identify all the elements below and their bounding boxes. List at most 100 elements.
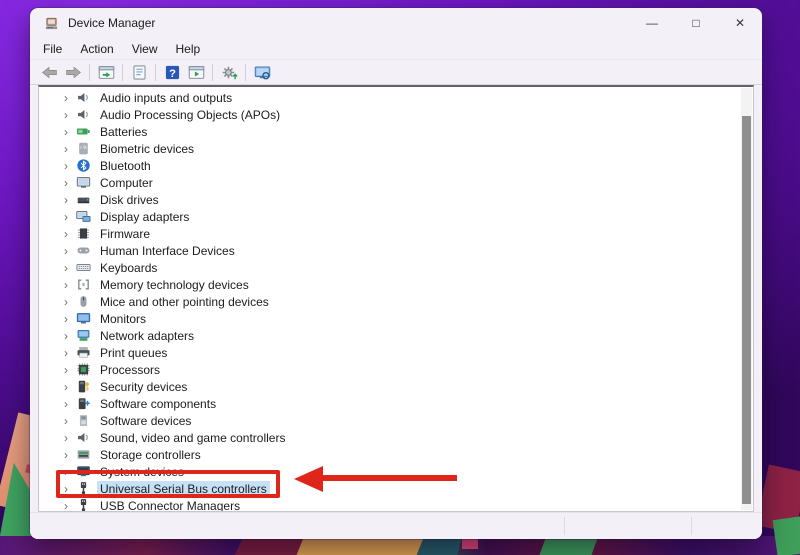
chevron-right-icon[interactable]: › xyxy=(59,210,73,224)
tree-item-audio-inputs-and-outputs[interactable]: › Audio inputs and outputs xyxy=(39,89,753,106)
tree-item-sound-video-and-game-controllers[interactable]: › Sound, video and game controllers xyxy=(39,429,753,446)
tree-item-label: Human Interface Devices xyxy=(97,243,238,259)
tree-item-label: Audio inputs and outputs xyxy=(97,90,235,106)
action-pane-icon xyxy=(188,64,205,81)
properties-button[interactable] xyxy=(127,62,151,83)
chevron-right-icon[interactable]: › xyxy=(59,278,73,292)
menu-help[interactable]: Help xyxy=(167,40,210,58)
chevron-right-icon[interactable]: › xyxy=(59,159,73,173)
speaker-icon xyxy=(76,90,91,105)
tree-item-label: USB Connector Managers xyxy=(97,498,243,512)
toolbar: ? xyxy=(30,61,762,85)
tree-item-network-adapters[interactable]: ›Network adapters xyxy=(39,327,753,344)
tree-item-mice-and-other-pointing-devices[interactable]: ›Mice and other pointing devices xyxy=(39,293,753,310)
tree-item-label: Security devices xyxy=(97,379,190,395)
device-monitor-icon xyxy=(254,64,271,81)
tree-item-biometric-devices[interactable]: › Biometric devices xyxy=(39,140,753,157)
wallpaper-shape xyxy=(773,516,800,555)
menu-action[interactable]: Action xyxy=(71,40,122,58)
chevron-right-icon[interactable]: › xyxy=(59,431,73,445)
tree-item-firmware[interactable]: › Firmware xyxy=(39,225,753,242)
toolbar-separator xyxy=(212,64,213,81)
scan-hardware-button[interactable] xyxy=(217,62,241,83)
properties-icon xyxy=(131,64,148,81)
action-pane-button[interactable] xyxy=(184,62,208,83)
tree-item-processors[interactable]: ›Processors xyxy=(39,361,753,378)
tree-item-disk-drives[interactable]: ›Disk drives xyxy=(39,191,753,208)
footer-divider xyxy=(691,517,692,535)
security-device-icon xyxy=(76,379,91,394)
tree-item-audio-processing-objects-apos[interactable]: ›Audio Processing Objects (APOs) xyxy=(39,106,753,123)
chevron-right-icon[interactable]: › xyxy=(59,499,73,512)
chevron-right-icon[interactable]: › xyxy=(59,329,73,343)
chevron-right-icon[interactable]: › xyxy=(59,125,73,139)
tree-item-security-devices[interactable]: › Security devices xyxy=(39,378,753,395)
close-button[interactable]: ✕ xyxy=(718,8,762,38)
menu-file[interactable]: File xyxy=(34,40,71,58)
tree-item-monitors[interactable]: ›Monitors xyxy=(39,310,753,327)
toolbar-separator xyxy=(122,64,123,81)
tree-item-batteries[interactable]: › Batteries xyxy=(39,123,753,140)
device-manager-app-icon xyxy=(44,16,59,31)
help-button[interactable]: ? xyxy=(160,62,184,83)
maximize-button[interactable]: □ xyxy=(674,8,718,38)
tree-scrollbar[interactable] xyxy=(741,88,752,510)
tree-item-keyboards[interactable]: › Keyboards xyxy=(39,259,753,276)
tree-item-bluetooth[interactable]: ›Bluetooth xyxy=(39,157,753,174)
tree-item-usb-connector-managers[interactable]: › USB Connector Managers xyxy=(39,497,753,511)
chevron-right-icon[interactable]: › xyxy=(59,312,73,326)
software-component-icon xyxy=(76,396,91,411)
chevron-right-icon[interactable]: › xyxy=(59,193,73,207)
scrollbar-thumb[interactable] xyxy=(742,116,751,504)
tree-item-human-interface-devices[interactable]: › Human Interface Devices xyxy=(39,242,753,259)
menu-view[interactable]: View xyxy=(123,40,167,58)
chevron-right-icon[interactable]: › xyxy=(59,91,73,105)
chevron-right-icon[interactable]: › xyxy=(59,176,73,190)
chevron-right-icon[interactable]: › xyxy=(59,108,73,122)
annotation-red-arrow-head xyxy=(294,466,323,492)
back-arrow-button[interactable] xyxy=(37,62,61,83)
annotation-red-box xyxy=(56,470,280,498)
tree-item-label: Sound, video and game controllers xyxy=(97,430,288,446)
tree-item-label: Storage controllers xyxy=(97,447,204,463)
computer-icon xyxy=(76,175,91,190)
chevron-right-icon[interactable]: › xyxy=(59,397,73,411)
tree-item-label: Firmware xyxy=(97,226,153,242)
speaker-icon xyxy=(76,430,91,445)
tree-item-computer[interactable]: ›Computer xyxy=(39,174,753,191)
storage-controller-icon xyxy=(76,447,91,462)
forward-arrow-button[interactable] xyxy=(61,62,85,83)
scan-hardware-icon xyxy=(221,64,238,81)
chevron-right-icon[interactable]: › xyxy=(59,346,73,360)
printer-icon xyxy=(76,345,91,360)
tree-item-label: Keyboards xyxy=(97,260,160,276)
tree-item-software-devices[interactable]: ›Software devices xyxy=(39,412,753,429)
tree-item-label: Batteries xyxy=(97,124,150,140)
chevron-right-icon[interactable]: › xyxy=(59,414,73,428)
tree-item-storage-controllers[interactable]: › Storage controllers xyxy=(39,446,753,463)
svg-text:?: ? xyxy=(169,68,176,80)
tree-item-print-queues[interactable]: ›Print queues xyxy=(39,344,753,361)
chevron-right-icon[interactable]: › xyxy=(59,142,73,156)
tree-item-memory-technology-devices[interactable]: ›Memory technology devices xyxy=(39,276,753,293)
device-monitor-button[interactable] xyxy=(250,62,274,83)
chevron-right-icon[interactable]: › xyxy=(59,227,73,241)
device-manager-window: Device Manager —□✕ FileActionViewHelp ? … xyxy=(30,8,762,539)
back-arrow-icon xyxy=(41,64,58,81)
chevron-right-icon[interactable]: › xyxy=(59,448,73,462)
tree-item-display-adapters[interactable]: ›Display adapters xyxy=(39,208,753,225)
chevron-right-icon[interactable]: › xyxy=(59,363,73,377)
minimize-button[interactable]: — xyxy=(630,8,674,38)
show-console-tree-button[interactable] xyxy=(94,62,118,83)
window-controls: —□✕ xyxy=(630,8,762,38)
tree-item-label: Biometric devices xyxy=(97,141,197,157)
chevron-right-icon[interactable]: › xyxy=(59,244,73,258)
device-tree-panel: › Audio inputs and outputs›Audio Processi… xyxy=(38,85,754,512)
toolbar-separator xyxy=(155,64,156,81)
chevron-right-icon[interactable]: › xyxy=(59,380,73,394)
chevron-right-icon[interactable]: › xyxy=(59,295,73,309)
title-bar[interactable]: Device Manager —□✕ xyxy=(30,8,762,38)
help-icon: ? xyxy=(164,64,181,81)
chevron-right-icon[interactable]: › xyxy=(59,261,73,275)
tree-item-software-components[interactable]: ›Software components xyxy=(39,395,753,412)
